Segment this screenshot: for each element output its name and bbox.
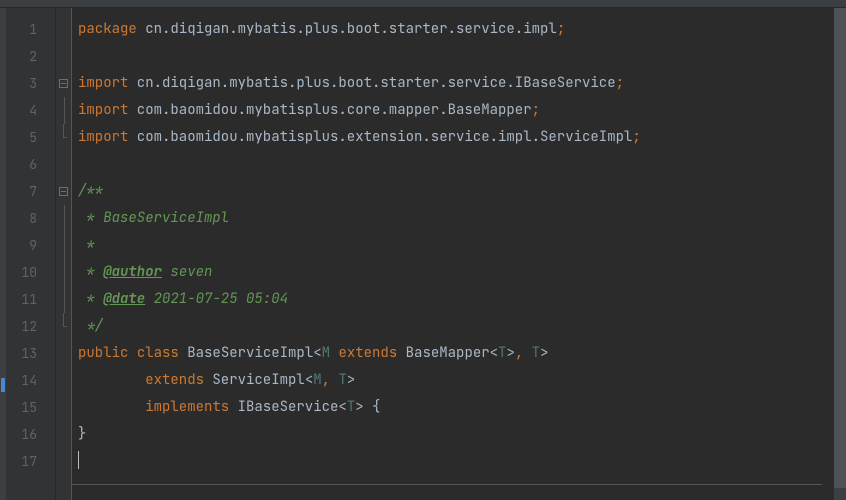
- line-number[interactable]: 16: [6, 421, 55, 448]
- line-number[interactable]: 12: [6, 313, 55, 340]
- line-number[interactable]: 14: [6, 367, 55, 394]
- line-number[interactable]: 2: [6, 43, 55, 70]
- code-editor[interactable]: package cn.diqigan.mybatis.plus.boot.sta…: [72, 8, 834, 500]
- line-number[interactable]: 9: [6, 232, 55, 259]
- line-number[interactable]: 10: [6, 259, 55, 286]
- vertical-scrollbar[interactable]: [834, 8, 846, 500]
- line-marker: [1, 378, 5, 392]
- line-number[interactable]: 11: [6, 286, 55, 313]
- code-line: * BaseServiceImpl: [78, 205, 834, 232]
- text-cursor: [78, 451, 79, 469]
- code-line: implements IBaseService<T> {: [78, 394, 834, 421]
- line-number[interactable]: 15: [6, 394, 55, 421]
- line-number[interactable]: 7: [6, 178, 55, 205]
- line-number[interactable]: 17: [6, 448, 55, 475]
- line-number[interactable]: 8: [6, 205, 55, 232]
- code-line: extends ServiceImpl<M, T>: [78, 367, 834, 394]
- code-line: [78, 43, 834, 70]
- editor-container: 1 2 3 4 5 6 7 8 9 10 11 12 13 14 15 16 1…: [0, 8, 846, 500]
- fold-end-icon: [59, 133, 68, 142]
- code-line: public class BaseServiceImpl<M extends B…: [78, 340, 834, 367]
- line-number[interactable]: 4: [6, 97, 55, 124]
- line-number[interactable]: 6: [6, 151, 55, 178]
- code-line: /**: [78, 178, 834, 205]
- code-line: import cn.diqigan.mybatis.plus.boot.star…: [78, 70, 834, 97]
- code-line: */: [78, 313, 834, 340]
- line-number-gutter[interactable]: 1 2 3 4 5 6 7 8 9 10 11 12 13 14 15 16 1…: [6, 8, 56, 500]
- line-number[interactable]: 13: [6, 340, 55, 367]
- code-line: [78, 448, 834, 475]
- code-line: import com.baomidou.mybatisplus.core.map…: [78, 97, 834, 124]
- code-line: import com.baomidou.mybatisplus.extensio…: [78, 124, 834, 151]
- code-line: * @author seven: [78, 259, 834, 286]
- code-line: * @date 2021-07-25 05:04: [78, 286, 834, 313]
- code-line: [78, 151, 834, 178]
- line-number[interactable]: 1: [6, 16, 55, 43]
- line-number[interactable]: 5: [6, 124, 55, 151]
- code-line: package cn.diqigan.mybatis.plus.boot.sta…: [78, 16, 834, 43]
- fold-collapse-icon[interactable]: [59, 79, 68, 88]
- separator-line: [72, 484, 822, 485]
- fold-end-icon: [59, 322, 68, 331]
- scrollbar-thumb[interactable]: [834, 8, 846, 488]
- code-line: }: [78, 421, 834, 448]
- fold-collapse-icon[interactable]: [59, 187, 68, 196]
- line-number[interactable]: 3: [6, 70, 55, 97]
- fold-gutter: [56, 8, 72, 500]
- toolbar: [0, 0, 846, 8]
- code-line: *: [78, 232, 834, 259]
